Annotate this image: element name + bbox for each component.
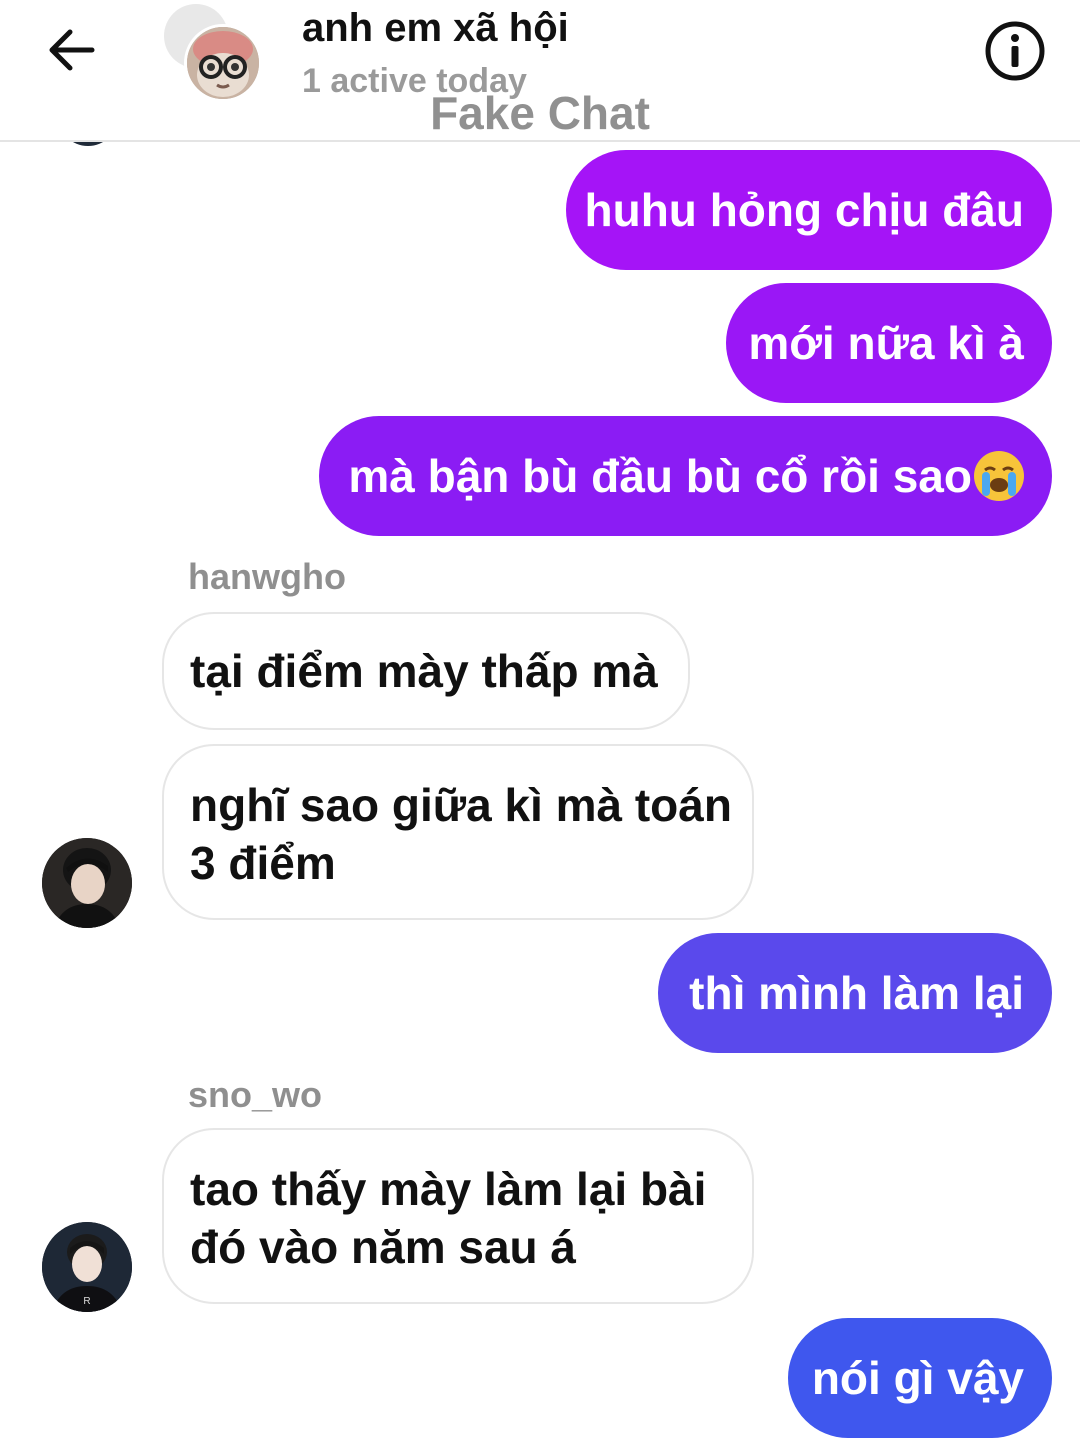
- message-text: mà bận bù đầu bù cổ rồi sao: [348, 450, 972, 502]
- message-text: thì mình làm lại: [689, 967, 1024, 1019]
- avatar[interactable]: [42, 838, 132, 928]
- sender-name: sno_wo: [188, 1074, 323, 1115]
- sender-name: hanwgho: [188, 556, 346, 597]
- conversation-title[interactable]: anh em xã hội: [302, 6, 569, 51]
- outgoing-message[interactable]: nói gì vậy: [788, 1318, 1052, 1438]
- outgoing-message[interactable]: mới nữa kì à: [726, 283, 1052, 403]
- svg-text:R: R: [83, 1296, 90, 1307]
- incoming-message[interactable]: nghĩ sao giữa kì mà toán 3 điểm: [162, 744, 754, 920]
- info-button[interactable]: [984, 20, 1046, 82]
- message-text: đó vào năm sau á: [190, 1221, 577, 1273]
- message-text: huhu hỏng chịu đâu: [584, 184, 1024, 236]
- back-button[interactable]: [40, 18, 104, 82]
- outgoing-message[interactable]: thì mình làm lại: [658, 933, 1052, 1053]
- avatar[interactable]: R: [42, 1222, 132, 1312]
- message-text: tại điểm mày thấp mà: [190, 645, 658, 697]
- outgoing-message[interactable]: huhu hỏng chịu đâu: [566, 150, 1052, 270]
- message-text: tao thấy mày làm lại bài: [190, 1163, 707, 1215]
- message-text: nói gì vậy: [811, 1352, 1024, 1404]
- chat-header: anh em xã hội 1 active today Fake Chat: [0, 0, 1080, 142]
- info-circle-icon: [985, 21, 1045, 81]
- message-text: mới nữa kì à: [748, 317, 1024, 369]
- message-text: nghĩ sao giữa kì mà toán: [190, 779, 732, 831]
- arrow-left-icon: [49, 29, 95, 71]
- incoming-message[interactable]: tại điểm mày thấp mà: [162, 612, 690, 730]
- outgoing-message[interactable]: mà bận bù đầu bù cổ rồi sao: [319, 416, 1052, 536]
- loudly-crying-face-emoji: [974, 451, 1024, 501]
- watermark: Fake Chat: [430, 87, 650, 139]
- incoming-message[interactable]: tao thấy mày làm lại bài đó vào năm sau …: [162, 1128, 754, 1304]
- message-text: 3 điểm: [190, 837, 336, 889]
